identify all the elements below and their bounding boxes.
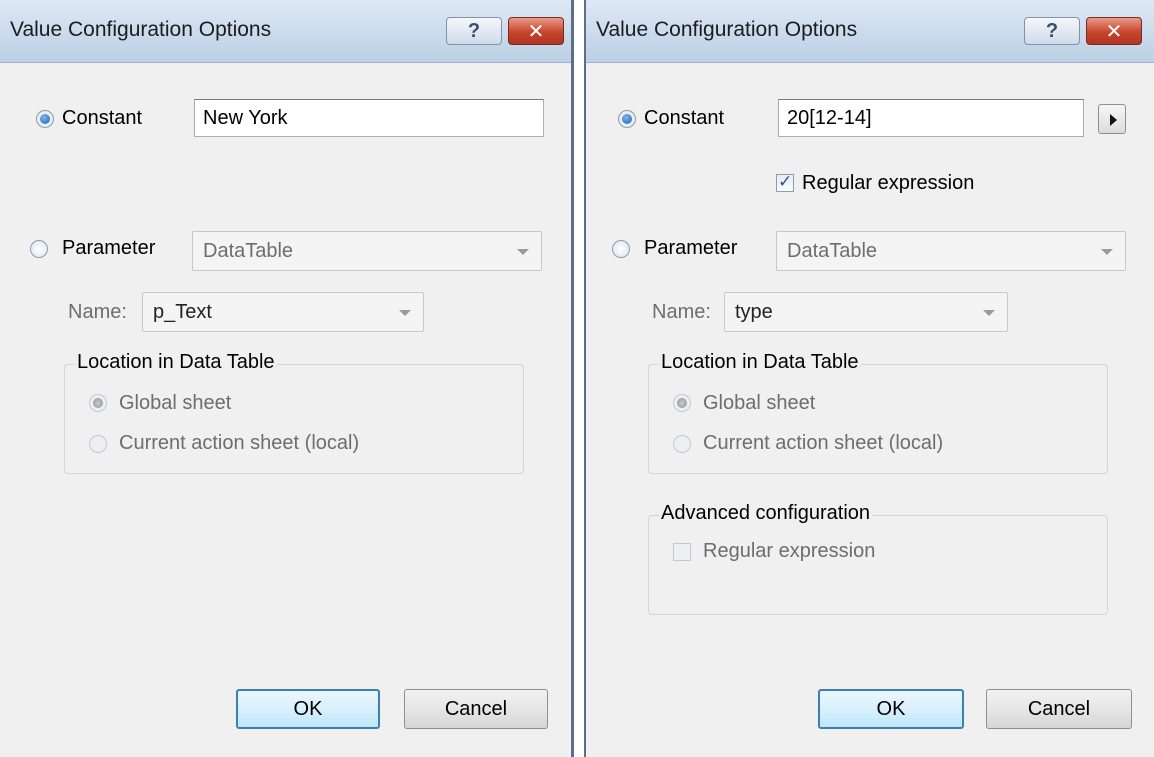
ok-button[interactable]: OK	[236, 689, 380, 729]
close-button[interactable]: ✕	[1086, 17, 1142, 45]
parameter-name-value: p_Text	[153, 301, 212, 323]
location-legend: Location in Data Table	[659, 351, 861, 374]
global-sheet-label: Global sheet	[119, 392, 232, 414]
regex-label: Regular expression	[802, 172, 975, 194]
help-button[interactable]: ?	[1024, 17, 1080, 45]
regex-checkbox[interactable]	[776, 172, 794, 192]
parameter-type-value: DataTable	[203, 240, 294, 262]
global-sheet-radio[interactable]	[89, 394, 107, 412]
close-button[interactable]: ✕	[508, 17, 564, 45]
title-bar[interactable]: Value Configuration Options ? ✕	[586, 0, 1154, 63]
constant-value-input[interactable]: 20[12-14]	[778, 99, 1084, 137]
chevron-down-icon	[1101, 249, 1113, 255]
dialog-title: Value Configuration Options	[10, 18, 272, 41]
help-button[interactable]: ?	[446, 17, 502, 45]
location-legend: Location in Data Table	[75, 351, 277, 374]
chevron-down-icon	[983, 310, 995, 316]
constant-radio[interactable]	[36, 110, 54, 128]
cancel-label: Cancel	[1027, 697, 1091, 720]
advanced-regex-label: Regular expression	[703, 540, 876, 562]
location-groupbox: Location in Data Table Global sheet Curr…	[64, 351, 524, 474]
value-config-dialog-left: Value Configuration Options ? ✕ Constant…	[0, 0, 574, 757]
help-icon: ?	[1045, 19, 1059, 42]
global-sheet-radio[interactable]	[673, 394, 691, 412]
parameter-label: Parameter	[62, 237, 156, 259]
chevron-down-icon	[399, 310, 411, 316]
parameter-type-select[interactable]: DataTable	[776, 231, 1126, 271]
advanced-config-legend: Advanced configuration	[659, 502, 873, 525]
ok-label: OK	[876, 697, 906, 720]
constant-value-text: New York	[203, 107, 288, 129]
value-config-dialog-right: Value Configuration Options ? ✕ Constant…	[584, 0, 1154, 757]
local-sheet-radio[interactable]	[673, 435, 691, 453]
close-icon: ✕	[527, 20, 545, 43]
close-icon: ✕	[1105, 20, 1123, 43]
constant-label: Constant	[644, 107, 725, 129]
global-sheet-label: Global sheet	[703, 392, 816, 414]
cancel-button[interactable]: Cancel	[986, 689, 1132, 729]
dialog-title: Value Configuration Options	[596, 18, 858, 41]
parameter-name-value: type	[735, 301, 773, 323]
name-label: Name:	[652, 301, 711, 323]
ok-button[interactable]: OK	[818, 689, 964, 729]
parameter-radio[interactable]	[612, 240, 630, 258]
ok-label: OK	[293, 697, 323, 720]
name-label: Name:	[68, 301, 127, 323]
cancel-button[interactable]: Cancel	[404, 689, 548, 729]
parameter-type-value: DataTable	[787, 240, 878, 262]
local-sheet-label: Current action sheet (local)	[703, 432, 944, 454]
parameter-radio[interactable]	[30, 240, 48, 258]
advanced-config-groupbox: Advanced configuration Regular expressio…	[648, 502, 1108, 615]
constant-label: Constant	[62, 107, 143, 129]
location-groupbox: Location in Data Table Global sheet Curr…	[648, 351, 1108, 474]
title-bar[interactable]: Value Configuration Options ? ✕	[0, 0, 571, 63]
advanced-regex-checkbox[interactable]	[673, 543, 691, 561]
local-sheet-radio[interactable]	[89, 435, 107, 453]
parameter-type-select[interactable]: DataTable	[192, 231, 542, 271]
parameter-name-select[interactable]: type	[724, 292, 1008, 332]
constant-value-input[interactable]: New York	[194, 99, 544, 137]
parameter-name-select[interactable]: p_Text	[142, 292, 424, 332]
constant-value-text: 20[12-14]	[787, 107, 872, 129]
constant-radio[interactable]	[618, 110, 636, 128]
parameter-label: Parameter	[644, 237, 738, 259]
local-sheet-label: Current action sheet (local)	[119, 432, 360, 454]
chevron-down-icon	[517, 249, 529, 255]
cancel-label: Cancel	[444, 697, 508, 720]
play-arrow-icon[interactable]	[1098, 104, 1126, 134]
help-icon: ?	[467, 19, 481, 42]
